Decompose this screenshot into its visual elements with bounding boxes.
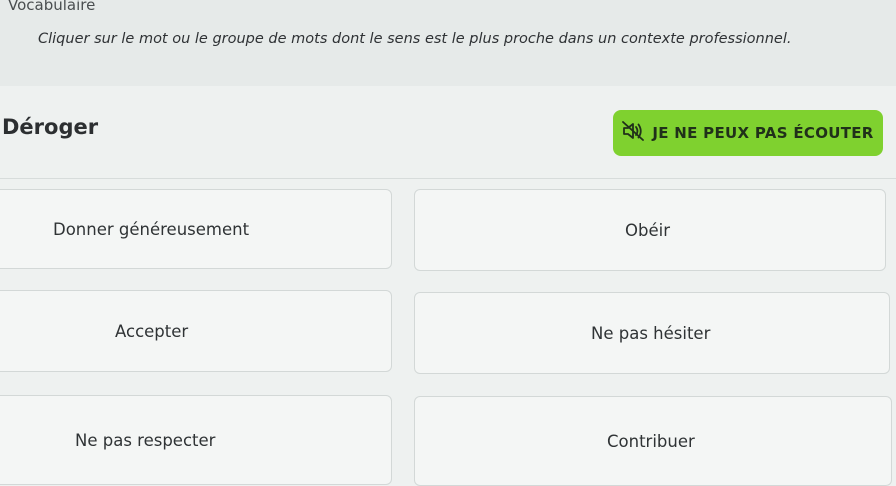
answer-option[interactable]: Ne pas respecter [0, 395, 392, 485]
answer-options: Donner généreusement Obéir Accepter Ne p… [0, 0, 896, 486]
answer-option-label: Contribuer [607, 431, 695, 451]
answer-option[interactable]: Ne pas hésiter [414, 292, 890, 374]
answer-option[interactable]: Donner généreusement [0, 189, 392, 269]
answer-option[interactable]: Accepter [0, 290, 392, 372]
answer-option-label: Obéir [625, 220, 670, 240]
answer-option-label: Accepter [115, 321, 189, 341]
answer-option[interactable]: Obéir [414, 189, 886, 271]
answer-option[interactable]: Contribuer [414, 396, 892, 486]
answer-option-label: Ne pas hésiter [591, 323, 711, 343]
answer-option-label: Donner généreusement [53, 219, 250, 239]
answer-option-label: Ne pas respecter [75, 430, 216, 450]
